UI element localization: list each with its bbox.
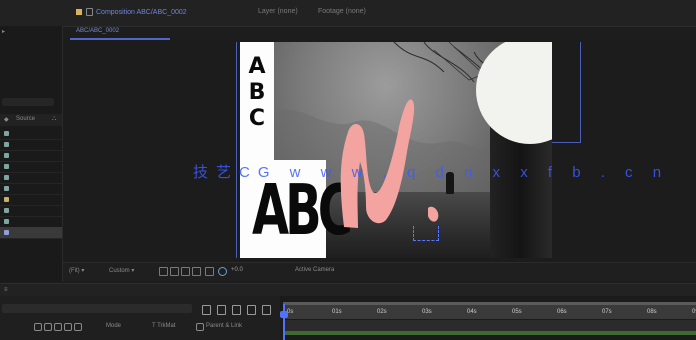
time-ruler-tick: 01s <box>332 309 342 315</box>
timeline-header: ≡ <box>0 283 696 297</box>
timeline-layer-panel <box>0 296 280 340</box>
tab-footage-label: Footage (none) <box>318 8 366 15</box>
time-ruler-tick: 02s <box>377 309 387 315</box>
item-label-swatch <box>4 230 9 235</box>
trkmat-column-header[interactable]: T TrkMat <box>152 323 176 329</box>
av-switch-icon[interactable] <box>34 323 42 331</box>
composition-breadcrumb-label: ABC/ABC_0002 <box>76 28 120 34</box>
item-label-swatch <box>4 197 9 202</box>
label-icon: ◆ <box>4 117 9 123</box>
parent-pickwhip-icon[interactable] <box>196 323 204 331</box>
viewer-toolbar: (Fit) ▾ Custom ▾ +0.0 Active Camera <box>63 262 696 281</box>
item-label-swatch <box>4 208 9 213</box>
playhead-handle[interactable] <box>280 311 288 318</box>
tab-footage[interactable]: Footage (none) <box>318 8 366 15</box>
time-ruler-tick: 09s <box>692 309 696 315</box>
layer-number-icon[interactable] <box>74 323 82 331</box>
shy-layers-icon[interactable] <box>232 305 241 315</box>
layer-duration-bar[interactable] <box>283 331 696 335</box>
region-of-interest-icon[interactable] <box>159 267 168 276</box>
timeline-menu-icon[interactable]: ≡ <box>4 287 8 293</box>
exposure-value[interactable]: +0.0 <box>231 267 243 273</box>
time-ruler-tick: 03s <box>422 309 432 315</box>
watermark-text: 技艺CG w w w . q d n x x f b . c n <box>193 164 670 181</box>
composition-color-icon <box>76 9 82 15</box>
snapshot-icon[interactable] <box>205 267 214 276</box>
mode-column-header[interactable]: Mode <box>106 323 121 329</box>
layer-bounds-guide <box>552 42 581 143</box>
draft-3d-icon[interactable] <box>217 305 226 315</box>
after-effects-window: Composition ABC/ABC_0002 Layer (none) Fo… <box>0 0 696 340</box>
item-label-swatch <box>4 219 9 224</box>
resolution-value: Custom <box>109 268 130 274</box>
item-label-swatch <box>4 131 9 136</box>
source-column-label: Source <box>16 116 36 122</box>
time-ruler-tick: 06s <box>557 309 567 315</box>
playhead[interactable] <box>283 304 285 340</box>
zoom-value: (Fit) <box>69 268 80 274</box>
solo-switch-icon[interactable] <box>44 323 52 331</box>
item-label-swatch <box>4 142 9 147</box>
composition-breadcrumb[interactable]: ABC/ABC_0002 <box>70 26 170 40</box>
tab-composition-label: Composition ABC/ABC_0002 <box>96 8 187 16</box>
transparency-grid-icon[interactable] <box>170 267 179 276</box>
tab-layer[interactable]: Layer (none) <box>258 8 298 15</box>
project-list-item[interactable] <box>0 227 62 239</box>
composition-canvas[interactable]: ABC ABC <box>240 42 552 258</box>
project-search-input[interactable] <box>2 98 54 106</box>
project-panel: ▸ ◆ Source ⛬ <box>0 26 63 282</box>
item-label-swatch <box>4 164 9 169</box>
parent-column-header[interactable]: Parent & Link <box>206 323 242 329</box>
selection-handle-box[interactable] <box>413 226 439 241</box>
camera-dropdown[interactable]: Active Camera <box>295 267 334 273</box>
tab-composition[interactable]: Composition ABC/ABC_0002 <box>76 8 187 16</box>
time-ruler[interactable] <box>283 305 696 319</box>
mask-visibility-icon[interactable] <box>181 267 190 276</box>
time-ruler-tick: 04s <box>467 309 477 315</box>
frame-blending-icon[interactable] <box>247 305 256 315</box>
label-switch-icon[interactable] <box>64 323 72 331</box>
flowchart-icon[interactable]: ⛬ <box>52 116 56 123</box>
lock-switch-icon[interactable] <box>54 323 62 331</box>
tab-layer-label: Layer (none) <box>258 8 298 15</box>
resolution-dropdown[interactable]: Custom ▾ <box>109 267 134 274</box>
item-label-swatch <box>4 175 9 180</box>
panel-tab-bar: Composition ABC/ABC_0002 Layer (none) Fo… <box>0 0 696 27</box>
lock-icon[interactable] <box>86 8 93 16</box>
grid-guides-icon[interactable] <box>192 267 201 276</box>
item-label-swatch <box>4 186 9 191</box>
composition-mini-flowchart-icon[interactable] <box>202 305 211 315</box>
time-ruler-tick: 07s <box>602 309 612 315</box>
project-panel-text: ▸ <box>2 29 6 35</box>
graph-editor-icon[interactable] <box>262 305 271 315</box>
project-column-header: ◆ Source ⛬ <box>0 114 62 126</box>
time-ruler-tick: 05s <box>512 309 522 315</box>
pink-brush-stroke[interactable] <box>240 42 552 258</box>
color-channel-icon[interactable] <box>218 267 227 276</box>
zoom-dropdown[interactable]: (Fit) ▾ <box>69 267 84 274</box>
timeline-search-input[interactable] <box>2 304 192 313</box>
item-label-swatch <box>4 153 9 158</box>
time-ruler-tick: 08s <box>647 309 657 315</box>
